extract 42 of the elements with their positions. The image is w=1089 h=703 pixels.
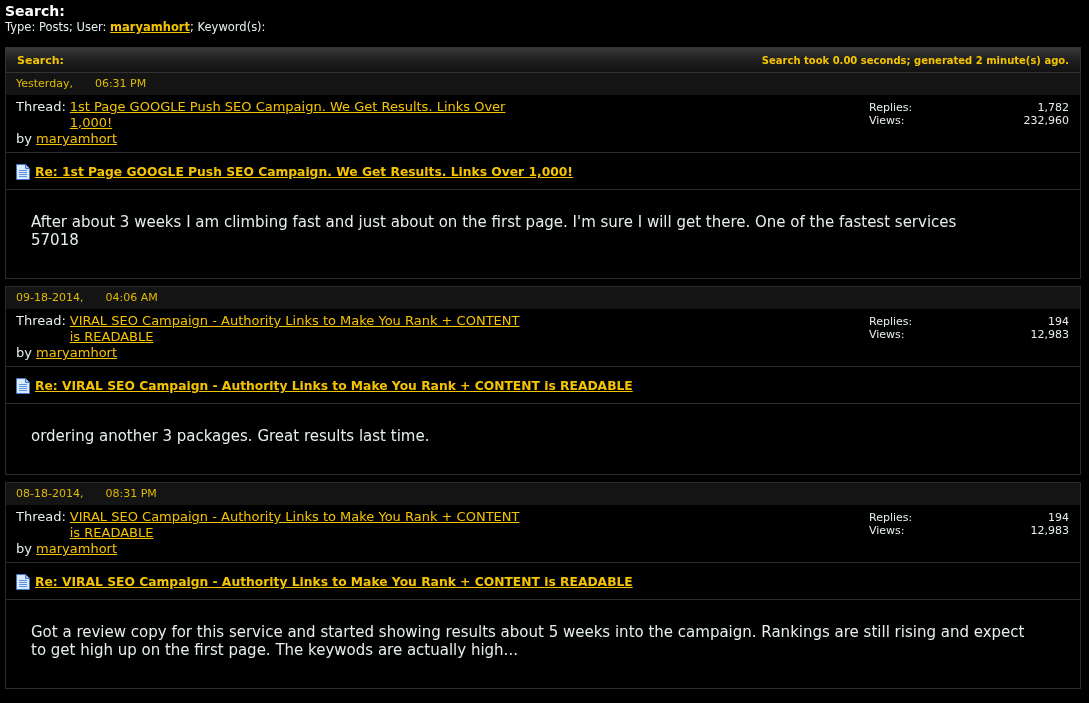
thread-link[interactable]: VIRAL SEO Campaign - Authority Links to Make You Rank + CONTENT is READABLE [69, 313, 525, 345]
author-line: by maryamhort [16, 541, 119, 557]
author-link[interactable]: maryamhort [36, 541, 118, 556]
replies-label: Replies: [869, 511, 914, 524]
post-date: Yesterday, [16, 77, 73, 91]
results-title: Search: [17, 53, 64, 67]
document-icon [16, 574, 30, 590]
views-count: 12,983 [1029, 328, 1069, 341]
thread-link[interactable]: VIRAL SEO Campaign - Authority Links to Make You Rank + CONTENT is READABLE [69, 509, 525, 541]
post-date: 08-18-2014, [16, 487, 84, 501]
replies-count: 1,782 [1036, 101, 1069, 114]
author-link[interactable]: maryamhort [36, 345, 118, 360]
views-label: Views: [869, 524, 906, 537]
author-line: by maryamhort [16, 345, 119, 361]
replies-count: 194 [1047, 315, 1069, 328]
post-excerpt: After about 3 weeks I am climbing fast and just about on the first page. I'm sure I will get there. One of the fastest services 57018 [30, 212, 958, 251]
views-count: 232,960 [1022, 114, 1069, 127]
post-date: 09-18-2014, [16, 291, 84, 305]
replies-label: Replies: [869, 315, 914, 328]
search-criteria-text: Type: Posts; User: maryamhort; Keyword(s): [5, 20, 267, 34]
user-link[interactable]: maryamhort [110, 20, 190, 34]
post-title-link[interactable]: Re: VIRAL SEO Campaign - Authority Links to Make You Rank + CONTENT is READABLE [35, 574, 633, 590]
post-title-link[interactable]: Re: VIRAL SEO Campaign - Authority Links to Make You Rank + CONTENT is READABLE [35, 378, 633, 394]
post-excerpt: ordering another 3 packages. Great results last time. [30, 426, 431, 447]
replies-label: Replies: [869, 101, 914, 114]
search-stats: Search took 0.00 seconds; generated 2 minute(s) ago. [761, 54, 1069, 66]
thread-link[interactable]: 1st Page GOOGLE Push SEO Campaign. We Get Results. Links Over 1,000! [69, 99, 525, 131]
post-time: 08:31 PM [105, 487, 157, 501]
views-label: Views: [869, 114, 906, 127]
post-title-link[interactable]: Re: 1st Page GOOGLE Push SEO Campaign. We Get Results. Links Over 1,000! [35, 164, 573, 180]
author-link[interactable]: maryamhort [36, 131, 118, 146]
document-icon [16, 164, 30, 180]
replies-count: 194 [1047, 511, 1069, 524]
author-line: by maryamhort [16, 131, 119, 147]
views-count: 12,983 [1029, 524, 1069, 537]
views-label: Views: [869, 328, 906, 341]
post-excerpt: Got a review copy for this service and started showing results about 5 weeks into the campaign. Rankings are still rising and expect to get high up on the first page. The keywods are actually high... [30, 622, 1026, 661]
post-time: 06:31 PM [94, 77, 147, 91]
page-title: Search: [5, 3, 66, 20]
document-icon [16, 378, 30, 394]
post-time: 04:06 AM [105, 291, 158, 305]
thread-line: Thread: 1st Page GOOGLE Push SEO Campaign. We Get Results. Links Over 1,000! [16, 99, 525, 131]
